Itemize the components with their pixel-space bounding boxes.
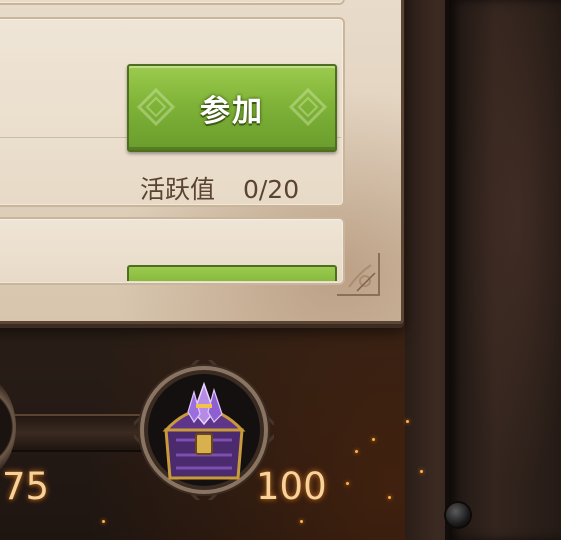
ember-particle — [388, 496, 391, 499]
milestone-100-label: 100 — [256, 465, 327, 508]
game-scene: 参加 活跃值 0/20 75 100 — [0, 0, 561, 540]
ember-particle — [300, 520, 303, 523]
ember-particle — [420, 470, 423, 473]
event-row-top — [0, 0, 345, 5]
ember-particle — [406, 420, 409, 423]
knot-ornament-icon — [288, 87, 328, 127]
knot-ornament-icon — [136, 87, 176, 127]
activity-progress: 活跃值 0/20 — [140, 170, 340, 206]
corner-ornament-icon — [337, 253, 380, 296]
activity-label: 活跃值 — [140, 175, 216, 204]
right-frame-panel — [445, 0, 561, 540]
ember-particle — [346, 482, 349, 485]
ember-particle — [355, 450, 358, 453]
treasure-chest-icon[interactable] — [134, 360, 274, 500]
join-button-next[interactable] — [127, 265, 337, 281]
frame-bolt-icon — [446, 503, 470, 527]
join-button-label: 参加 — [200, 94, 264, 129]
activity-value: 0/20 — [242, 175, 300, 204]
join-button[interactable]: 参加 — [127, 64, 337, 152]
ember-particle — [372, 438, 375, 441]
milestone-75-label: 75 — [2, 465, 50, 508]
ember-particle — [102, 520, 105, 523]
